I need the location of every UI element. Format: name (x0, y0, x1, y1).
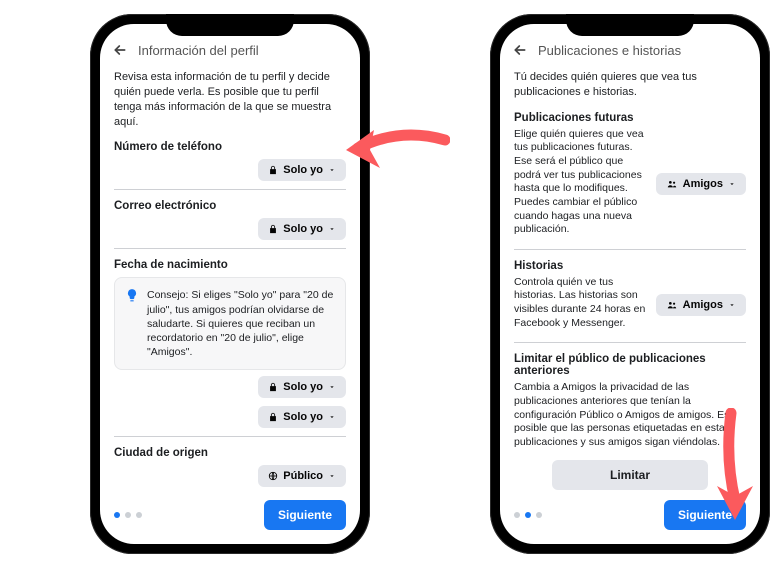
email-audience-selector[interactable]: Solo yo (258, 218, 346, 240)
back-icon[interactable] (512, 42, 528, 58)
section-hometown-title: Ciudad de origen (114, 447, 346, 459)
future-description: Elige quién quieres que vea tus publicac… (514, 128, 648, 237)
section-birthday-title: Fecha de nacimiento (114, 259, 346, 271)
intro-text: Revisa esta información de tu perfil y d… (114, 70, 346, 129)
screen-right: Publicaciones e historias Tú decides qui… (500, 24, 760, 544)
phone-notch (166, 14, 294, 36)
content-right: Tú decides quién quieres que vea tus pub… (500, 64, 760, 494)
divider (514, 342, 746, 343)
divider (514, 249, 746, 250)
divider (114, 248, 346, 249)
stories-description: Controla quién ve tus historias. Las his… (514, 276, 648, 331)
birthday-audience-selector-1[interactable]: Solo yo (258, 376, 346, 398)
section-stories-title: Historias (514, 260, 746, 272)
friends-icon (666, 179, 678, 189)
caret-down-icon (328, 166, 336, 174)
lock-icon (268, 412, 278, 422)
divider (114, 436, 346, 437)
limit-description: Cambia a Amigos la privacidad de las pub… (514, 381, 746, 449)
hometown-audience-selector[interactable]: Público (258, 465, 346, 487)
content-left: Revisa esta información de tu perfil y d… (100, 64, 360, 494)
friends-icon (666, 300, 678, 310)
audience-label: Solo yo (283, 411, 323, 423)
screen-left: Información del perfil Revisa esta infor… (100, 24, 360, 544)
progress-dot-2 (125, 512, 131, 518)
phone-right: Publicaciones e historias Tú decides qui… (490, 14, 770, 554)
progress-dots (514, 512, 542, 518)
caret-down-icon (328, 383, 336, 391)
header-title: Publicaciones e historias (538, 43, 748, 58)
section-phone-title: Número de teléfono (114, 141, 346, 153)
section-email-title: Correo electrónico (114, 200, 346, 212)
lightbulb-icon (125, 288, 139, 359)
section-future-title: Publicaciones futuras (514, 112, 746, 124)
section-limit-title: Limitar el público de publicaciones ante… (514, 353, 746, 377)
lock-icon (268, 382, 278, 392)
stories-audience-selector[interactable]: Amigos (656, 294, 746, 316)
limit-button[interactable]: Limitar (552, 460, 708, 490)
audience-label: Solo yo (283, 223, 323, 235)
tip-text: Consejo: Si eliges "Solo yo" para "20 de… (147, 288, 335, 359)
next-button[interactable]: Siguiente (264, 500, 346, 530)
caret-down-icon (728, 301, 736, 309)
audience-label: Público (283, 470, 323, 482)
header-title: Información del perfil (138, 43, 348, 58)
progress-dot-1 (514, 512, 520, 518)
globe-icon (268, 471, 278, 481)
intro-text: Tú decides quién quieres que vea tus pub… (514, 70, 746, 100)
lock-icon (268, 224, 278, 234)
caret-down-icon (728, 180, 736, 188)
caret-down-icon (328, 413, 336, 421)
audience-label: Solo yo (283, 381, 323, 393)
birthday-tip: Consejo: Si eliges "Solo yo" para "20 de… (114, 277, 346, 370)
lock-icon (268, 165, 278, 175)
footer-left: Siguiente (100, 494, 360, 544)
divider (114, 189, 346, 190)
progress-dot-3 (536, 512, 542, 518)
back-icon[interactable] (112, 42, 128, 58)
caret-down-icon (328, 225, 336, 233)
audience-label: Amigos (683, 178, 723, 190)
audience-label: Solo yo (283, 164, 323, 176)
progress-dot-1 (114, 512, 120, 518)
progress-dots (114, 512, 142, 518)
phone-left: Información del perfil Revisa esta infor… (90, 14, 370, 554)
progress-dot-3 (136, 512, 142, 518)
caret-down-icon (328, 472, 336, 480)
audience-label: Amigos (683, 299, 723, 311)
progress-dot-2 (525, 512, 531, 518)
phone-notch (566, 14, 694, 36)
next-button[interactable]: Siguiente (664, 500, 746, 530)
future-audience-selector[interactable]: Amigos (656, 173, 746, 195)
phone-audience-selector[interactable]: Solo yo (258, 159, 346, 181)
birthday-audience-selector-2[interactable]: Solo yo (258, 406, 346, 428)
footer-right: Siguiente (500, 494, 760, 544)
